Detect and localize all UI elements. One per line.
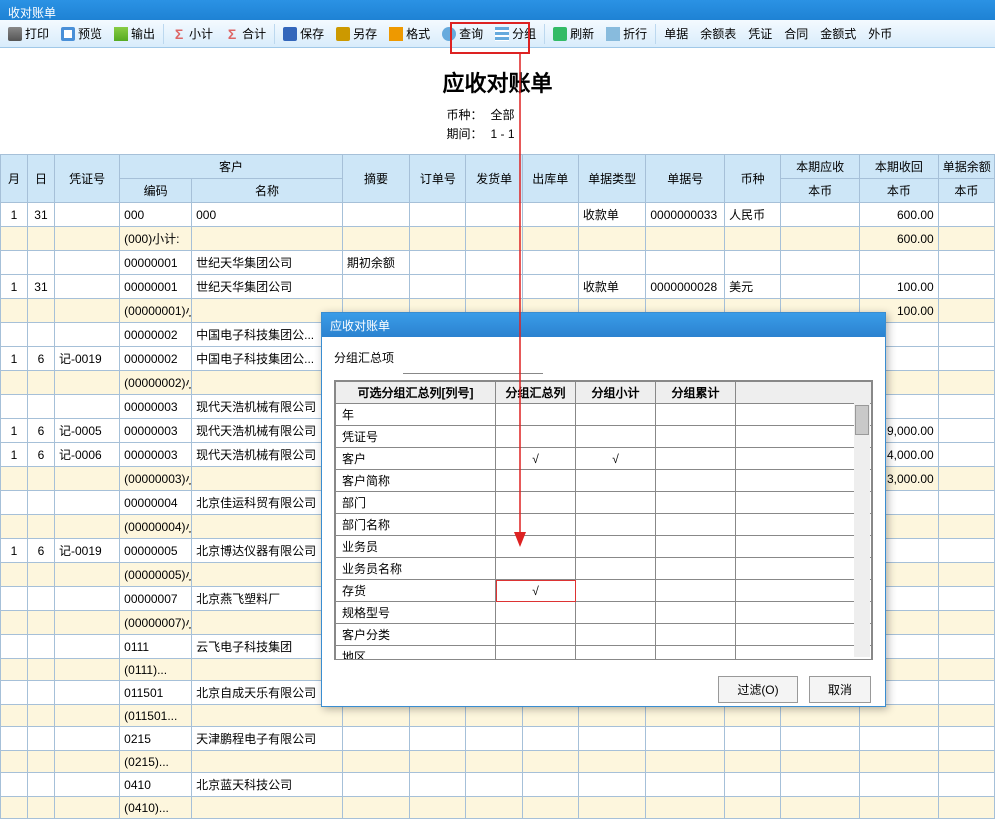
col-local3[interactable]: 本币 <box>938 179 994 203</box>
table-row[interactable]: 131000000收款单0000000033人民币600.00 <box>1 203 995 227</box>
group-label: 分组汇总项 <box>334 349 394 366</box>
table-row[interactable]: 00000001世纪天华集团公司期初余额 <box>1 251 995 275</box>
dialog-row[interactable]: 客户简称 <box>336 470 872 492</box>
saveas-button[interactable]: 另存 <box>330 23 383 44</box>
subtotal-button[interactable]: Σ小计 <box>166 23 219 44</box>
col-local2[interactable]: 本币 <box>860 179 939 203</box>
cancel-button[interactable]: 取消 <box>809 676 871 703</box>
voucher-button[interactable]: 凭证 <box>742 23 778 44</box>
col-receivable[interactable]: 本期应收 <box>781 155 860 179</box>
table-row[interactable]: 0410北京蓝天科技公司 <box>1 773 995 797</box>
dialog-footer: 过滤(O) 取消 <box>322 670 885 709</box>
dlg-col-groupsub[interactable]: 分组小计 <box>576 382 656 404</box>
group-dialog: 应收对账单 分组汇总项 可选分组汇总列[列号] 分组汇总列 分组小计 分组累计 … <box>321 312 886 707</box>
dialog-scrollbar[interactable] <box>854 401 870 657</box>
group-icon <box>495 27 509 41</box>
sigma-icon: Σ <box>172 27 186 41</box>
col-outbound[interactable]: 出库单 <box>522 155 578 203</box>
col-balance[interactable]: 单据余额 <box>938 155 994 179</box>
preview-icon <box>61 27 75 41</box>
table-row[interactable]: 13100000001世纪天华集团公司收款单0000000028美元100.00 <box>1 275 995 299</box>
export-button[interactable]: 输出 <box>108 23 161 44</box>
col-voucher[interactable]: 凭证号 <box>54 155 119 203</box>
dialog-row[interactable]: 客户√√ <box>336 448 872 470</box>
col-month[interactable]: 月 <box>1 155 28 203</box>
col-local1[interactable]: 本币 <box>781 179 860 203</box>
saveas-icon <box>336 27 350 41</box>
col-summary[interactable]: 摘要 <box>342 155 409 203</box>
table-row[interactable]: (000)小计:600.00 <box>1 227 995 251</box>
col-order[interactable]: 订单号 <box>410 155 466 203</box>
dialog-row[interactable]: 规格型号 <box>336 602 872 624</box>
sigma-icon: Σ <box>225 27 239 41</box>
wrap-icon <box>606 27 620 41</box>
col-received[interactable]: 本期收回 <box>860 155 939 179</box>
dialog-row[interactable]: 凭证号 <box>336 426 872 448</box>
search-icon <box>442 27 456 41</box>
dlg-col-grouptotal[interactable]: 分组汇总列 <box>496 382 576 404</box>
window-title-bar: 收对账单 <box>0 0 995 20</box>
group-input[interactable] <box>403 359 543 374</box>
total-button[interactable]: Σ合计 <box>219 23 272 44</box>
toolbar-separator <box>655 24 656 44</box>
dialog-row[interactable]: 地区 <box>336 646 872 661</box>
save-button[interactable]: 保存 <box>277 23 330 44</box>
preview-button[interactable]: 预览 <box>55 23 108 44</box>
col-billtype[interactable]: 单据类型 <box>578 155 645 203</box>
group-button[interactable]: 分组 <box>489 23 542 44</box>
dialog-row[interactable]: 业务员 <box>336 536 872 558</box>
window-title: 收对账单 <box>8 6 56 20</box>
dialog-row[interactable]: 客户分类 <box>336 624 872 646</box>
foreign-button[interactable]: 外币 <box>862 23 898 44</box>
dialog-row[interactable]: 存货√ <box>336 580 872 602</box>
col-day[interactable]: 日 <box>27 155 54 203</box>
export-icon <box>114 27 128 41</box>
dialog-row[interactable]: 年 <box>336 404 872 426</box>
document-meta: 币种：全部 期间：1 - 1 <box>0 106 995 144</box>
toolbar-separator <box>274 24 275 44</box>
scrollbar-thumb[interactable] <box>855 405 869 435</box>
format-icon <box>389 27 403 41</box>
contract-button[interactable]: 合同 <box>778 23 814 44</box>
col-name[interactable]: 名称 <box>192 179 343 203</box>
print-icon <box>8 27 22 41</box>
col-delivery[interactable]: 发货单 <box>466 155 522 203</box>
table-row[interactable]: 0215天津鹏程电子有限公司 <box>1 727 995 751</box>
col-billno[interactable]: 单据号 <box>646 155 725 203</box>
amount-button[interactable]: 金额式 <box>814 23 862 44</box>
table-row[interactable]: (0410)... <box>1 797 995 819</box>
filter-button[interactable]: 过滤(O) <box>718 676 797 703</box>
format-button[interactable]: 格式 <box>383 23 436 44</box>
table-row[interactable]: (0215)... <box>1 751 995 773</box>
print-button[interactable]: 打印 <box>2 23 55 44</box>
toolbar-separator <box>163 24 164 44</box>
dialog-row[interactable]: 部门 <box>336 492 872 514</box>
dlg-col-groupcum[interactable]: 分组累计 <box>656 382 736 404</box>
dialog-grid-wrapper: 可选分组汇总列[列号] 分组汇总列 分组小计 分组累计 年凭证号客户√√客户简称… <box>334 380 873 660</box>
toolbar-separator <box>544 24 545 44</box>
col-customer[interactable]: 客户 <box>120 155 343 179</box>
document-title: 应收对账单 <box>0 48 995 106</box>
wrap-button[interactable]: 折行 <box>600 23 653 44</box>
dialog-grid[interactable]: 可选分组汇总列[列号] 分组汇总列 分组小计 分组累计 年凭证号客户√√客户简称… <box>335 381 872 660</box>
dialog-row[interactable]: 部门名称 <box>336 514 872 536</box>
dialog-row[interactable]: 业务员名称 <box>336 558 872 580</box>
save-icon <box>283 27 297 41</box>
bill-button[interactable]: 单据 <box>658 23 694 44</box>
balance-button[interactable]: 余额表 <box>694 23 742 44</box>
refresh-button[interactable]: 刷新 <box>547 23 600 44</box>
col-code[interactable]: 编码 <box>120 179 192 203</box>
dlg-col-available[interactable]: 可选分组汇总列[列号] <box>336 382 496 404</box>
toolbar: 打印 预览 输出 Σ小计 Σ合计 保存 另存 格式 查询 分组 刷新 折行 单据… <box>0 20 995 48</box>
dialog-title: 应收对账单 <box>322 313 885 337</box>
col-currency[interactable]: 币种 <box>725 155 781 203</box>
refresh-icon <box>553 27 567 41</box>
search-button[interactable]: 查询 <box>436 23 489 44</box>
